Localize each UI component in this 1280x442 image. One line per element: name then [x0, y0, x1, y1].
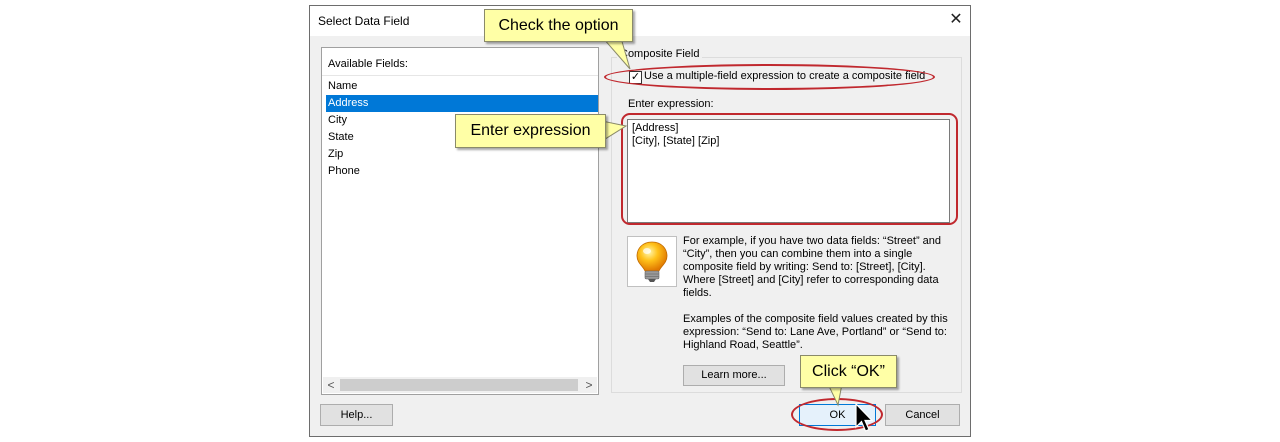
checkbox-highlight-ring [604, 64, 935, 90]
cancel-button[interactable]: Cancel [885, 404, 960, 426]
hint-text: For example, if you have two data fields… [683, 235, 953, 365]
scrollbar-thumb[interactable] [340, 379, 578, 391]
scroll-right-icon[interactable]: > [581, 377, 597, 393]
dialog-title: Select Data Field [318, 14, 410, 28]
expression-highlight-box [621, 113, 958, 225]
check-option-callout: Check the option [484, 9, 633, 42]
list-item-zip[interactable]: Zip [328, 146, 598, 163]
hint-paragraph-2: Examples of the composite field values c… [683, 313, 948, 351]
close-icon[interactable]: ✕ [946, 10, 966, 30]
expression-label: Enter expression: [628, 98, 714, 110]
hint-icon-frame [627, 236, 677, 287]
available-fields-header: Available Fields: [328, 58, 408, 70]
enter-expression-callout: Enter expression [455, 114, 606, 148]
help-button[interactable]: Help... [320, 404, 393, 426]
list-item-name[interactable]: Name [328, 78, 598, 95]
available-fields-list[interactable]: Available Fields: Name Address City Stat… [321, 47, 599, 395]
hint-paragraph-1: For example, if you have two data fields… [683, 235, 942, 299]
mouse-cursor-icon [855, 403, 874, 432]
list-divider [322, 75, 598, 76]
click-ok-callout: Click “OK” [800, 355, 897, 388]
list-item-phone[interactable]: Phone [328, 163, 598, 180]
learn-more-button[interactable]: Learn more... [683, 365, 785, 386]
lightbulb-icon [636, 241, 668, 282]
title-bar: Select Data Field ✕ [310, 6, 970, 36]
check-callout-pointer [602, 38, 631, 70]
list-item-address[interactable]: Address [326, 95, 598, 112]
horizontal-scrollbar[interactable]: < > [323, 377, 597, 393]
scroll-left-icon[interactable]: < [323, 377, 339, 393]
